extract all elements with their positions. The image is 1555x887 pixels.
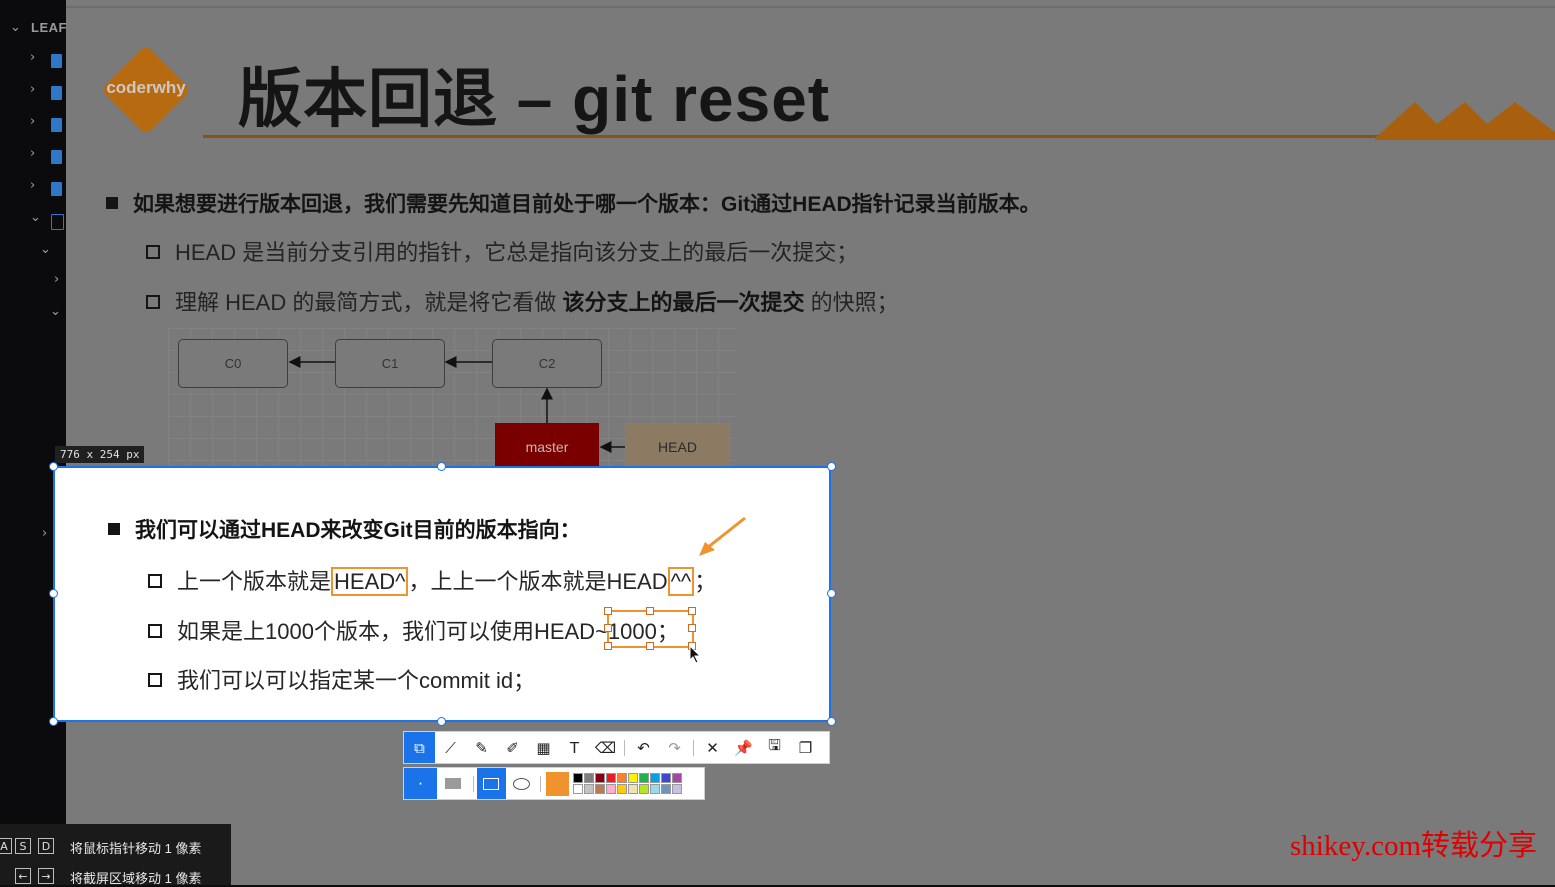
- highlight-box: ^^: [667, 567, 695, 596]
- color-swatch[interactable]: [627, 773, 638, 783]
- annotation-arrow[interactable]: [685, 514, 755, 564]
- color-swatch[interactable]: [583, 784, 594, 794]
- eraser-icon[interactable]: ⌫: [590, 732, 621, 763]
- marker-icon[interactable]: ✐: [497, 732, 528, 763]
- color-swatch[interactable]: [605, 773, 616, 783]
- resize-handle[interactable]: [604, 624, 612, 632]
- color-swatch[interactable]: [660, 773, 671, 783]
- toolbar-separator: [624, 739, 625, 756]
- hint-move-pointer: 将鼠标指针移动 1 像素: [70, 841, 202, 856]
- key-s: S: [15, 838, 31, 854]
- color-swatch[interactable]: [638, 773, 649, 783]
- resize-handle[interactable]: [646, 642, 654, 650]
- color-swatch[interactable]: [616, 784, 627, 794]
- color-swatch[interactable]: [616, 773, 627, 783]
- bullet-square-outline-icon: [148, 574, 162, 588]
- bullet-square-outline-icon: [148, 673, 162, 687]
- color-swatch: [683, 773, 693, 783]
- resize-handle[interactable]: [646, 607, 654, 615]
- hint-move-region: 将截屏区域移动 1 像素: [70, 871, 202, 886]
- selection-sub-bullet: 我们可以可以指定某一个commit id；: [148, 663, 535, 695]
- current-color-swatch[interactable]: [545, 771, 569, 796]
- selection-handle-nw[interactable]: [49, 462, 58, 471]
- color-swatch: [694, 784, 704, 794]
- rectangle-icon[interactable]: [476, 768, 506, 799]
- color-swatch: [683, 784, 693, 794]
- select-area-icon[interactable]: ⧉: [404, 732, 435, 763]
- mosaic-icon[interactable]: ▦: [528, 732, 559, 763]
- selection-sub-bullet: 上一个版本就是 HEAD^ ，上上一个版本就是HEAD ^^；: [148, 564, 716, 596]
- toolbar-separator: [472, 775, 474, 792]
- polyline-icon[interactable]: ⟋: [435, 732, 466, 763]
- key-d: D: [38, 838, 54, 854]
- color-swatch[interactable]: [572, 773, 583, 783]
- color-swatch: [694, 773, 704, 783]
- key-a: A: [0, 838, 12, 854]
- resize-handle[interactable]: [604, 642, 612, 650]
- bullet-square-icon: [108, 523, 120, 535]
- head-pointer-node: HEAD: [625, 423, 730, 471]
- key-right-arrow: →: [38, 868, 54, 884]
- selection-handle-ne[interactable]: [827, 462, 836, 471]
- style-toolbar: ·: [403, 767, 705, 800]
- toolbar-separator: [693, 739, 694, 756]
- resize-handle[interactable]: [604, 607, 612, 615]
- color-swatch[interactable]: [649, 784, 660, 794]
- highlight-box: HEAD^: [331, 567, 409, 596]
- selection-sub-bullet: 如果是上1000个版本，我们可以使用HEAD~1000；: [148, 614, 679, 646]
- chevron-right-icon: ›: [42, 526, 48, 541]
- pin-icon[interactable]: 📌: [728, 732, 759, 763]
- mountain-decoration: [1375, 102, 1555, 140]
- selection-handle-s[interactable]: [437, 717, 446, 726]
- toolbar-separator: [539, 775, 541, 792]
- color-swatch[interactable]: [605, 784, 616, 794]
- selection-handle-se[interactable]: [827, 717, 836, 726]
- color-swatch[interactable]: [638, 784, 649, 794]
- color-palette: [572, 773, 704, 794]
- color-swatch[interactable]: [660, 784, 671, 794]
- color-swatch[interactable]: [594, 773, 605, 783]
- color-swatch[interactable]: [671, 773, 682, 783]
- save-icon[interactable]: 🖫: [759, 732, 790, 763]
- fill-rect-icon[interactable]: [437, 768, 470, 799]
- mouse-cursor-icon: [689, 645, 702, 664]
- selection-main-bullet: 我们可以通过HEAD来改变Git目前的版本指向：: [108, 514, 581, 544]
- color-swatch[interactable]: [583, 773, 594, 783]
- key-left-arrow: ←: [15, 868, 31, 884]
- ellipse-icon[interactable]: [506, 768, 537, 799]
- selection-handle-sw[interactable]: [49, 717, 58, 726]
- copy-icon[interactable]: ❐: [790, 732, 821, 763]
- screenshot-toolbar: ⧉ ⟋ ✎ ✐ ▦ T ⌫ ↶ ↷ ✕ 📌 🖫 ❐: [403, 731, 830, 764]
- selection-handle-e[interactable]: [827, 589, 836, 598]
- resize-handle[interactable]: [688, 624, 696, 632]
- close-icon[interactable]: ✕: [697, 732, 728, 763]
- selection-handle-n[interactable]: [437, 462, 446, 471]
- watermark: shikey.com转载分享: [1290, 830, 1538, 862]
- selection-size-label: 776 x 254 px: [55, 446, 145, 463]
- text-icon[interactable]: T: [559, 732, 590, 763]
- color-swatch[interactable]: [594, 784, 605, 794]
- color-swatch[interactable]: [627, 784, 638, 794]
- bullet-square-outline-icon: [148, 624, 162, 638]
- redo-icon[interactable]: ↷: [659, 732, 690, 763]
- capture-selection[interactable]: 我们可以通过HEAD来改变Git目前的版本指向： 上一个版本就是 HEAD^ ，上上…: [53, 466, 831, 722]
- undo-icon[interactable]: ↶: [628, 732, 659, 763]
- keyboard-hint-panel: A S D 将鼠标指针移动 1 像素 ← → 将截屏区域移动 1 像素: [0, 824, 231, 886]
- selection-handle-w[interactable]: [49, 589, 58, 598]
- stroke-size-small[interactable]: ·: [404, 768, 437, 799]
- color-swatch[interactable]: [649, 773, 660, 783]
- pencil-icon[interactable]: ✎: [466, 732, 497, 763]
- color-swatch[interactable]: [671, 784, 682, 794]
- diagram-arrows: [288, 356, 625, 453]
- resize-handle[interactable]: [688, 607, 696, 615]
- color-swatch[interactable]: [572, 784, 583, 794]
